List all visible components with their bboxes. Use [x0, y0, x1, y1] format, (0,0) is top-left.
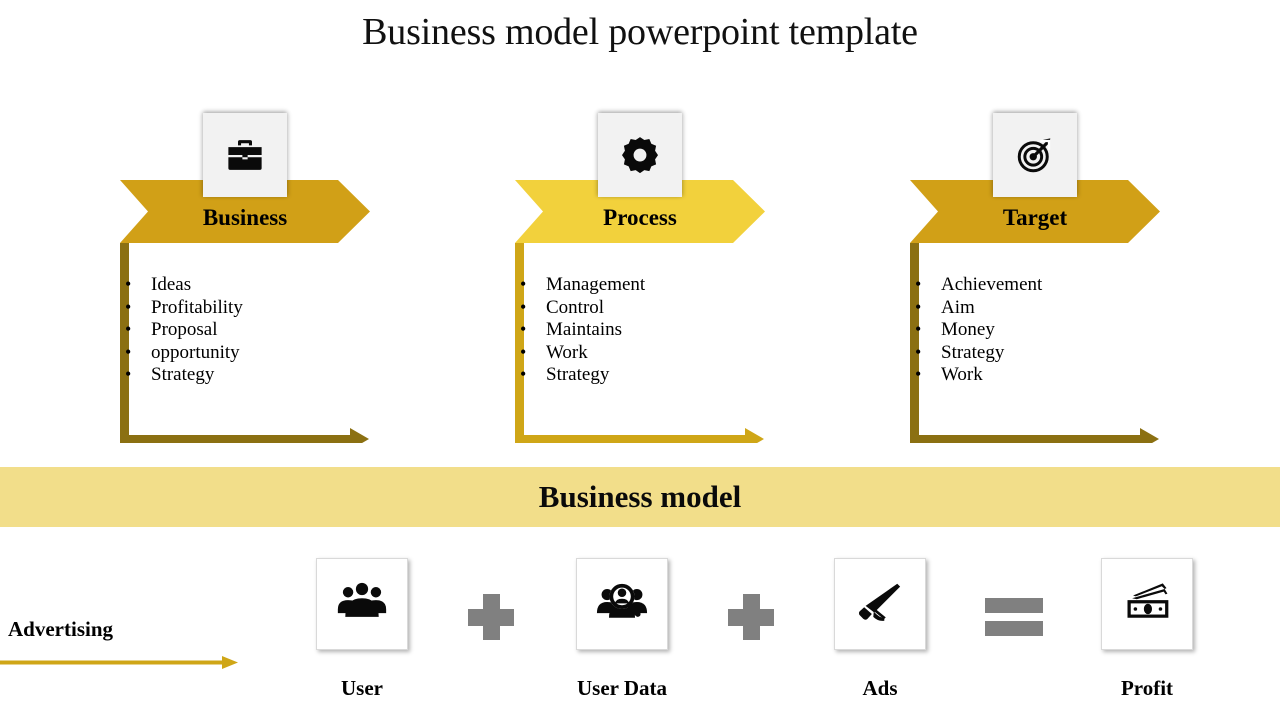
- plus-icon-1: [461, 594, 521, 644]
- equals-bar-top: [985, 598, 1043, 613]
- bullet-glyph: •: [915, 296, 922, 317]
- plus-bar-vertical: [743, 594, 760, 640]
- list-item-label: Achievement: [941, 274, 1043, 295]
- list-item-label: Management: [546, 274, 646, 295]
- list-item-label: opportunity: [151, 341, 240, 363]
- list-item-label: Aim: [941, 296, 975, 318]
- icon-card-profit: [1101, 558, 1193, 650]
- equation-caption-ads: Ads: [862, 676, 898, 700]
- equation-item-user-data[interactable]: User Data: [576, 558, 668, 701]
- bullet-glyph: •: [125, 296, 132, 317]
- column-target: Target • Achievement • Aim • Money • Str…: [885, 0, 1185, 460]
- list-item: • Money: [915, 318, 1180, 341]
- list-item: • opportunity: [125, 341, 390, 364]
- bullet-glyph: •: [520, 341, 527, 362]
- icon-card-user-data: [576, 558, 668, 650]
- list-item: • Strategy: [520, 363, 785, 386]
- equals-bar-bottom: [985, 621, 1043, 636]
- list-item-label: Strategy: [941, 341, 1005, 363]
- icon-card-target: [993, 113, 1077, 197]
- list-item-label: Profitability: [151, 296, 243, 318]
- columns-container: Business • Ideas • Profitability • Propo…: [0, 0, 1280, 460]
- list-item: • Achievement: [915, 273, 1180, 296]
- column-business: Business • Ideas • Profitability • Propo…: [95, 0, 395, 460]
- advertising-group: Advertising: [0, 615, 248, 669]
- plus-icon-2: [721, 594, 781, 644]
- list-item-label: Work: [941, 364, 983, 386]
- megaphone-icon: [855, 579, 905, 630]
- advertising-arrow: [0, 655, 240, 671]
- list-item-label: Control: [546, 296, 605, 318]
- list-item-label: Strategy: [151, 364, 215, 386]
- list-item: • Aim: [915, 296, 1180, 319]
- list-item-label: Ideas: [151, 274, 192, 295]
- list-process: • Management • Control • Maintains • Wor…: [520, 273, 785, 386]
- list-item-label: Strategy: [546, 364, 610, 386]
- equals-icon: [984, 594, 1044, 644]
- equation-caption-user: User: [341, 676, 383, 700]
- list-item-label: Maintains: [546, 319, 622, 341]
- briefcase-icon: [224, 134, 266, 176]
- bullet-glyph: •: [520, 274, 527, 294]
- bullet-glyph: •: [915, 341, 922, 362]
- plus-bar-vertical: [483, 594, 500, 640]
- list-target: • Achievement • Aim • Money • Strategy •…: [915, 273, 1180, 386]
- list-item: • Strategy: [125, 363, 390, 386]
- icon-card-user: [316, 558, 408, 650]
- bullet-glyph: •: [520, 296, 527, 317]
- bullet-glyph: •: [915, 364, 922, 385]
- bullet-glyph: •: [520, 319, 527, 340]
- list-item: • Control: [520, 296, 785, 319]
- list-item-label: Work: [546, 341, 588, 363]
- equation-item-user[interactable]: User: [316, 558, 408, 701]
- equation-item-profit[interactable]: Profit: [1101, 558, 1193, 701]
- bullet-glyph: •: [915, 319, 922, 340]
- advertising-arrow-shape: [0, 656, 238, 669]
- bullet-glyph: •: [125, 319, 132, 340]
- list-item: • Ideas: [125, 273, 390, 296]
- bullet-glyph: •: [915, 274, 922, 294]
- list-item: • Profitability: [125, 296, 390, 319]
- column-process: Process • Management • Control • Maintai…: [490, 0, 790, 460]
- bullet-glyph: •: [125, 341, 132, 362]
- list-item: • Work: [915, 363, 1180, 386]
- bullet-glyph: •: [520, 364, 527, 385]
- icon-card-process: [598, 113, 682, 197]
- business-model-band: Business model: [0, 467, 1280, 527]
- target-icon: [1014, 134, 1056, 176]
- bullet-glyph: •: [125, 364, 132, 385]
- list-item: • Strategy: [915, 341, 1180, 364]
- list-item: • Proposal: [125, 318, 390, 341]
- list-item-label: Proposal: [151, 319, 218, 341]
- equation-caption-user-data: User Data: [576, 676, 667, 700]
- banknotes-icon: [1121, 580, 1173, 629]
- icon-card-business: [203, 113, 287, 197]
- gear-icon: [620, 135, 660, 175]
- business-model-label: Business model: [538, 479, 742, 514]
- people-group-icon: [336, 579, 388, 630]
- list-item: • Work: [520, 341, 785, 364]
- bullet-glyph: •: [125, 274, 132, 294]
- list-business: • Ideas • Profitability • Proposal • opp…: [125, 273, 390, 386]
- people-search-icon: [596, 579, 648, 630]
- list-item: • Management: [520, 273, 785, 296]
- icon-card-ads: [834, 558, 926, 650]
- equation-caption-profit: Profit: [1120, 676, 1174, 700]
- advertising-label: Advertising: [8, 617, 113, 641]
- list-item: • Maintains: [520, 318, 785, 341]
- list-item-label: Money: [941, 319, 995, 341]
- equation-item-ads[interactable]: Ads: [834, 558, 926, 701]
